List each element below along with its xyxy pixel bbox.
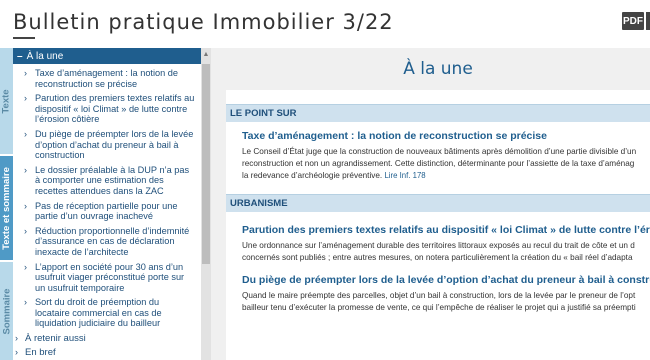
tab-sommaire-label: Sommaire xyxy=(1,288,12,334)
spacer xyxy=(226,182,650,194)
article: Du piège de préempter lors de la levée d… xyxy=(226,264,650,314)
content-gutter xyxy=(211,48,226,360)
summary-line: Quand le maire préempte des parcelles, o… xyxy=(242,291,636,300)
summary-line: la redevance d’archéologie préventive. L… xyxy=(242,170,650,182)
toc-item-label: Le dossier préalable à la DUP n’a pas à … xyxy=(35,164,190,196)
page-title: Bulletin pratique Immobilier 3/22 xyxy=(13,10,394,34)
section-header-le-point-sur: LE POINT SUR xyxy=(226,104,650,122)
toc-list: › Taxe d’aménagement : la notion de recon… xyxy=(13,64,201,359)
toc-item-label: L’apport en société pour 30 ans d’un usu… xyxy=(35,261,185,293)
title-underline xyxy=(13,37,35,39)
article-summary: Quand le maire préempte des parcelles, o… xyxy=(242,290,650,314)
table-of-contents: – À la une › Taxe d’aménagement : la noti… xyxy=(13,48,201,360)
main-content: À la une LE POINT SUR Taxe d’aménagement… xyxy=(226,48,650,360)
toc-section-a-retenir-aussi[interactable]: › À retenir aussi xyxy=(13,331,201,345)
article-summary: Le Conseil d’État juge que la constructi… xyxy=(242,146,650,182)
toc-section-label: En bref xyxy=(25,347,56,359)
scrollbar-thumb[interactable] xyxy=(202,64,210,264)
toc-section-en-bref[interactable]: › En bref xyxy=(13,345,201,359)
main-heading: À la une xyxy=(226,48,650,90)
toc-item-label: Taxe d’aménagement : la notion de recons… xyxy=(35,68,179,89)
sidebar-scrollbar[interactable]: ▲ xyxy=(201,48,211,360)
tab-texte[interactable]: Texte xyxy=(0,48,13,154)
chevron-right-icon: › xyxy=(24,68,27,78)
summary-line: bailleur tenu d’exécuter la promesse de … xyxy=(242,303,636,312)
scroll-up-arrow-icon[interactable]: ▲ xyxy=(201,50,211,60)
article-title[interactable]: Parution des premiers textes relatifs au… xyxy=(242,224,650,236)
summary-line: reconstruction et non un agrandissement.… xyxy=(242,159,635,168)
summary-line: Le Conseil d’État juge que la constructi… xyxy=(242,147,637,156)
summary-line: Une ordonnance sur l’aménagement durable… xyxy=(242,241,635,250)
toc-section-label: À retenir aussi xyxy=(25,333,86,345)
toc-item[interactable]: › Le dossier préalable à la DUP n’a pas à… xyxy=(13,163,201,199)
toc-section-a-la-une[interactable]: – À la une xyxy=(13,48,201,64)
chevron-right-icon: › xyxy=(24,164,27,175)
toc-item[interactable]: › Parution des premiers textes relatifs a… xyxy=(13,91,201,127)
article-summary: Une ordonnance sur l’aménagement durable… xyxy=(242,240,650,264)
header: Bulletin pratique Immobilier 3/22 PDF xyxy=(0,0,650,48)
toc-item[interactable]: › Sort du droit de préemption du locatair… xyxy=(13,295,201,331)
tab-texte-et-sommaire[interactable]: Texte et sommaire xyxy=(0,156,13,260)
article-title[interactable]: Taxe d’aménagement : la notion de recons… xyxy=(242,130,650,142)
collapse-icon: – xyxy=(17,50,23,62)
toc-item-label: Sort du droit de préemption du locataire… xyxy=(35,297,162,329)
chevron-right-icon: › xyxy=(15,347,18,358)
chevron-right-icon: › xyxy=(15,333,18,344)
chevron-right-icon: › xyxy=(24,261,27,272)
article: Taxe d’aménagement : la notion de recons… xyxy=(226,122,650,182)
toc-item-label: Du piège de préempter lors de la levée d… xyxy=(35,128,194,161)
chevron-right-icon: › xyxy=(24,128,27,139)
chevron-right-icon: › xyxy=(24,225,27,236)
section-header-urbanisme: URBANISME xyxy=(226,194,650,212)
toc-section-label: À la une xyxy=(26,50,64,62)
pdf-download-button[interactable]: PDF xyxy=(622,12,644,30)
toc-item-label: Parution des premiers textes relatifs au… xyxy=(35,93,195,125)
chevron-right-icon: › xyxy=(24,200,27,211)
toc-item[interactable]: › L’apport en société pour 30 ans d’un us… xyxy=(13,260,201,296)
tab-texte-label: Texte xyxy=(1,88,12,114)
article-title[interactable]: Du piège de préempter lors de la levée d… xyxy=(242,274,650,286)
tab-texte-et-sommaire-label: Texte et sommaire xyxy=(1,166,13,250)
toc-item-label: Pas de réception partielle pour une part… xyxy=(35,200,178,222)
toc-item[interactable]: › Pas de réception partielle pour une par… xyxy=(13,199,201,224)
toc-item[interactable]: › Réduction proportionnelle d’indemnité d… xyxy=(13,224,201,260)
summary-line-text: la redevance d’archéologie préventive. xyxy=(242,171,383,180)
summary-line: concernés sont publiés ; entre autres me… xyxy=(242,253,633,262)
toc-item[interactable]: › Du piège de préempter lors de la levée … xyxy=(13,127,201,163)
chevron-right-icon: › xyxy=(24,297,27,308)
tab-sommaire[interactable]: Sommaire xyxy=(0,262,13,360)
toc-item-label: Réduction proportionnelle d’indemnité d’… xyxy=(35,225,190,257)
toolbar-button-partial[interactable] xyxy=(646,12,650,30)
article: Parution des premiers textes relatifs au… xyxy=(226,212,650,264)
chevron-right-icon: › xyxy=(24,93,27,104)
read-more-link[interactable]: Lire Inf. 178 xyxy=(384,171,425,180)
view-mode-tabs: Texte Texte et sommaire Sommaire xyxy=(0,48,13,360)
spacer xyxy=(226,90,650,104)
toc-item[interactable]: › Taxe d’aménagement : la notion de recon… xyxy=(13,66,201,91)
